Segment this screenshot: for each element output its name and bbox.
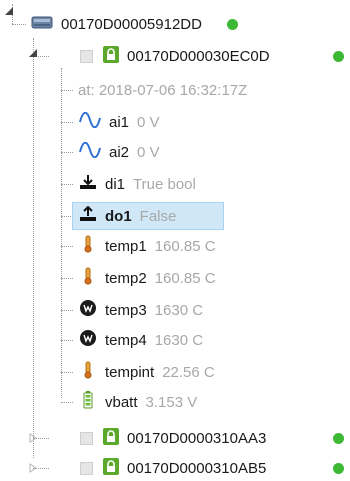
channel-value: 0 V [137,143,160,161]
tree-connector [61,372,73,373]
channel-name: temp2 [105,269,147,287]
channel-name: ai1 [109,113,130,131]
channel-value: False [139,207,177,225]
drive-icon [31,14,53,34]
device-label: 00170D000030EC0D [127,47,270,65]
channel-name: temp1 [105,237,147,255]
channel-name: vbatt [105,393,138,411]
tree-connector [61,246,73,247]
device-checkbox[interactable] [80,431,93,445]
device-tree: 00170D00005912DD 00170D000030EC0D at: 20… [0,0,350,481]
sensor-icon [79,329,97,351]
collapse-arrow-icon[interactable] [4,6,14,16]
sine-wave-icon [79,141,101,162]
channel-row-ai1[interactable]: ai1 0 V [79,110,160,134]
channel-name: tempint [105,363,155,381]
digital-input-icon [79,174,97,194]
channel-value: 0 V [137,113,160,131]
sine-wave-icon [79,111,101,132]
status-online-dot [227,19,238,30]
channel-name: ai2 [109,143,130,161]
channel-value: 22.56 C [162,363,215,381]
tree-connector [61,90,73,91]
lock-icon [103,427,119,449]
sensor-icon [79,299,97,321]
expand-arrow-icon[interactable] [28,433,38,443]
channel-value: True bool [133,175,196,193]
tree-connector [33,38,34,458]
status-online-dot [333,51,344,62]
device-checkbox[interactable] [80,49,93,63]
tree-connector [61,340,73,341]
channel-name: temp4 [105,331,147,349]
device-node[interactable]: 00170D000030EC0D [80,44,270,68]
collapse-arrow-icon[interactable] [28,48,38,58]
tree-connector [61,310,73,311]
root-node[interactable]: 00170D00005912DD [31,12,202,36]
device-label: 00170D0000310AB5 [127,459,267,477]
timestamp-text: at: 2018-07-06 16:32:17Z [78,81,248,99]
channel-value: 1630 C [154,331,204,349]
root-label: 00170D00005912DD [61,15,202,33]
channel-row-temp4[interactable]: temp4 1630 C [79,328,203,352]
tree-connector [61,68,62,398]
channel-row-temp2[interactable]: temp2 160.85 C [79,266,216,290]
thermometer-icon [79,235,97,257]
tree-connector [12,24,26,25]
channel-row-tempint[interactable]: tempint 22.56 C [79,360,215,384]
timestamp-row: at: 2018-07-06 16:32:17Z [78,78,247,102]
device-node[interactable]: 00170D0000310AA3 [80,426,266,450]
channel-name: do1 [105,207,132,225]
channel-row-temp1[interactable]: temp1 160.85 C [79,234,216,258]
thermometer-icon [79,267,97,289]
channel-row-ai2[interactable]: ai2 0 V [79,140,160,164]
channel-value: 160.85 C [154,237,216,255]
tree-connector [61,278,73,279]
device-node[interactable]: 00170D0000310AB5 [80,456,266,480]
expand-arrow-icon[interactable] [28,463,38,473]
channel-row-vbatt[interactable]: vbatt 3.153 V [79,390,197,414]
status-online-dot [333,463,344,474]
tree-connector [61,122,73,123]
tree-connector [61,402,73,403]
channel-value: 3.153 V [145,393,198,411]
battery-icon [79,391,97,413]
lock-icon [103,45,119,67]
digital-output-icon [79,205,97,226]
channel-value: 160.85 C [154,269,216,287]
channel-row-do1[interactable]: do1 False [79,204,176,228]
channel-name: di1 [105,175,126,193]
device-label: 00170D0000310AA3 [127,429,267,447]
device-checkbox[interactable] [80,461,93,475]
tree-connector [61,184,73,185]
lock-icon [103,457,119,479]
channel-row-temp3[interactable]: temp3 1630 C [79,298,203,322]
channel-row-di1[interactable]: di1 True bool [79,172,196,196]
channel-value: 1630 C [154,301,204,319]
tree-connector [61,152,73,153]
thermometer-icon [79,361,97,383]
channel-name: temp3 [105,301,147,319]
status-online-dot [333,433,344,444]
